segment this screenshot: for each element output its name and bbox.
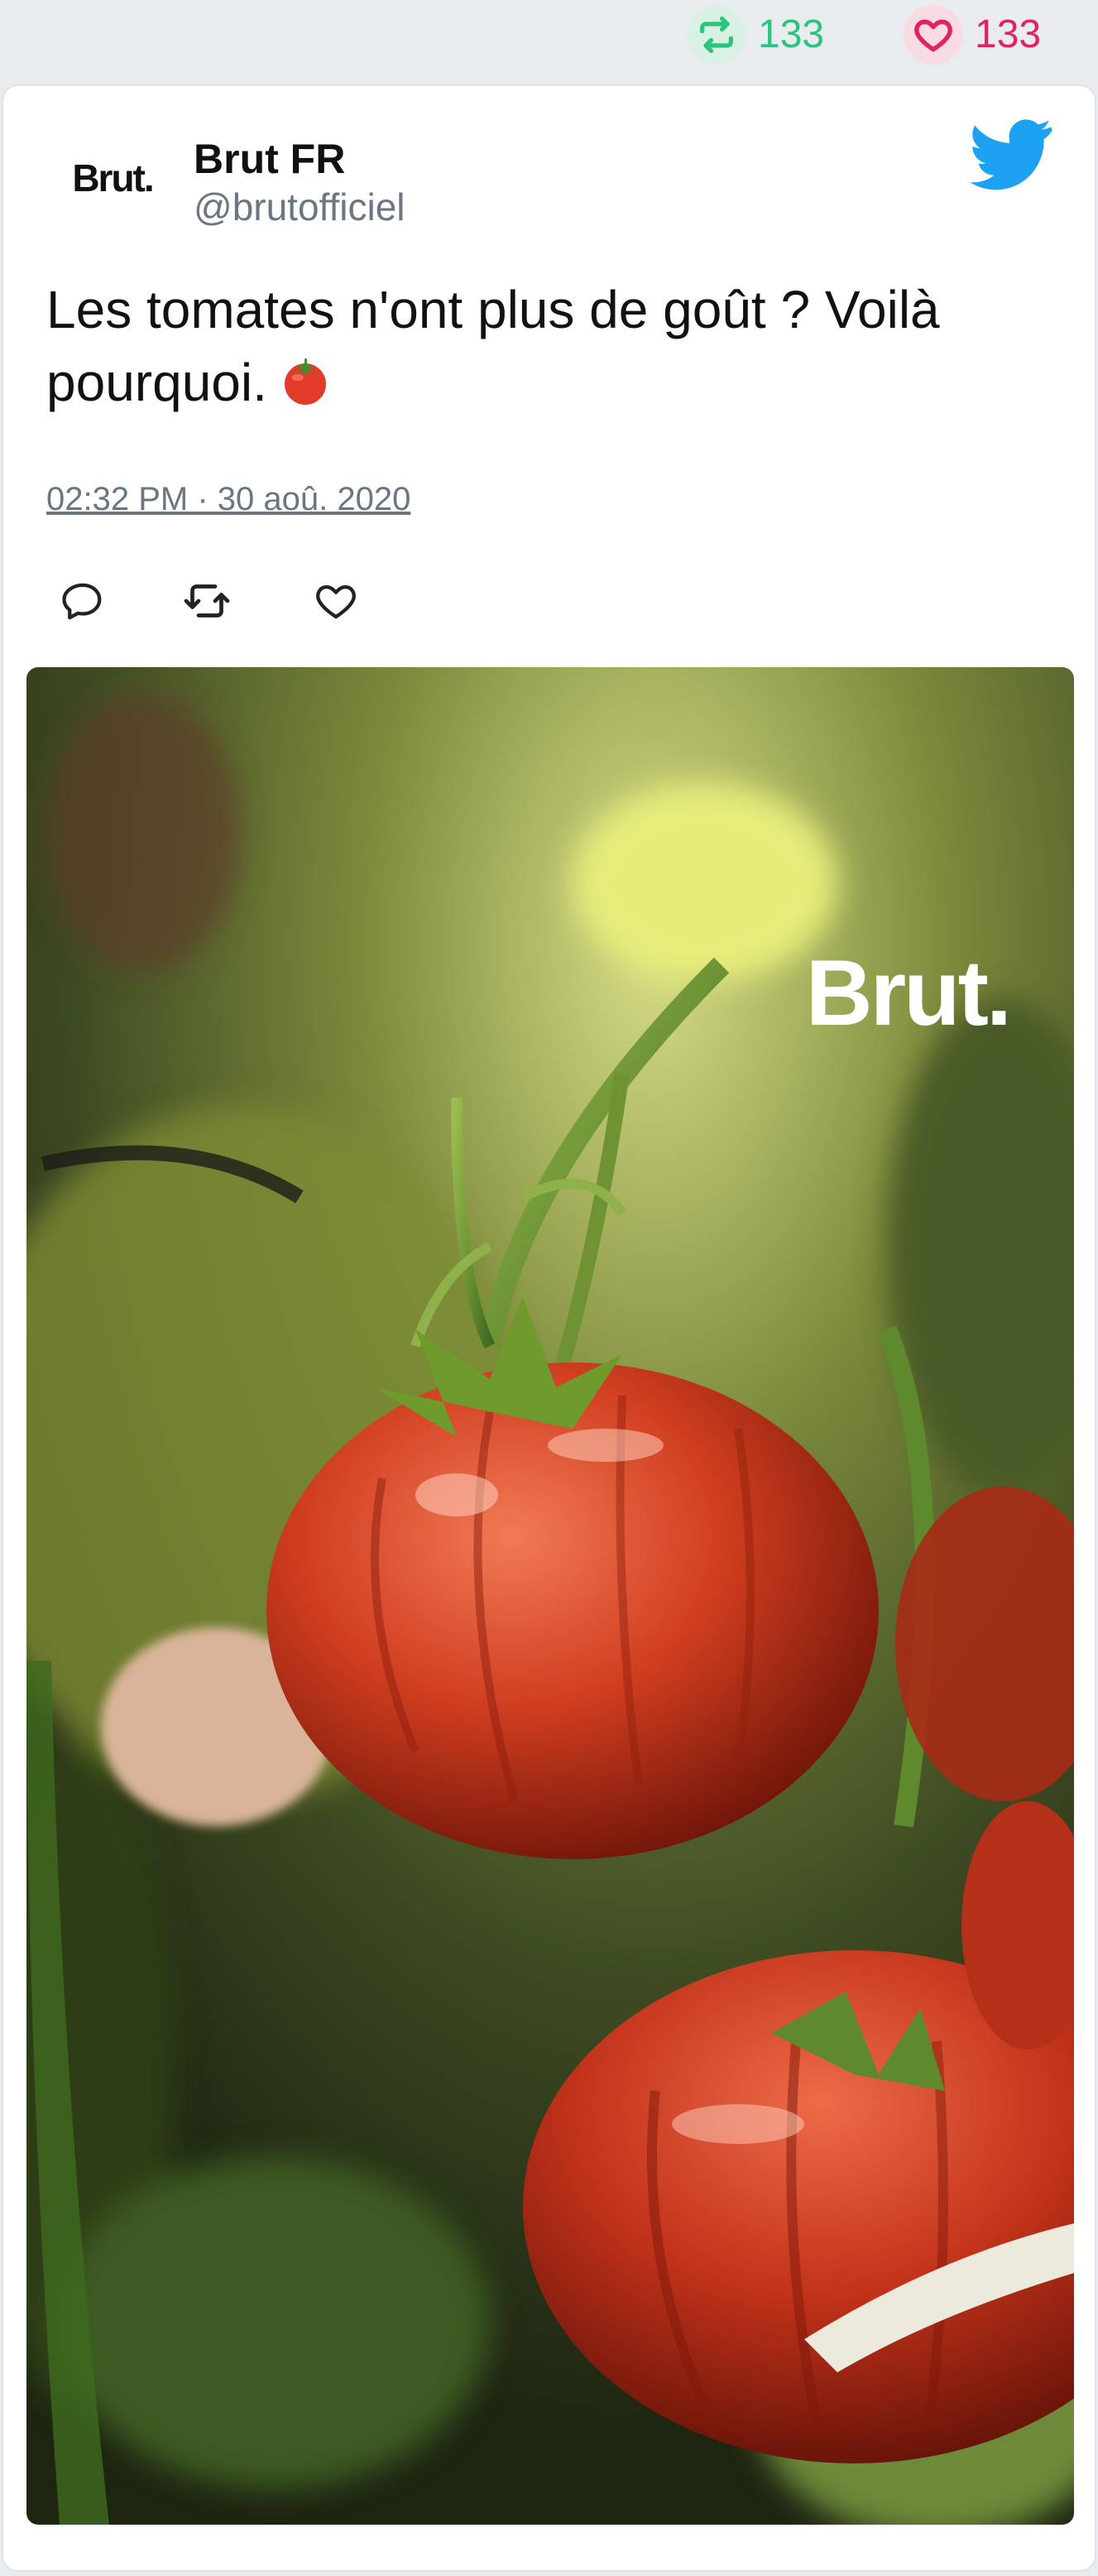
- twitter-bird-icon[interactable]: [970, 116, 1052, 190]
- like-count-stat[interactable]: 133: [904, 5, 1041, 65]
- retweet-action-icon: [184, 584, 230, 618]
- brut-watermark: Brut.: [805, 941, 1012, 1045]
- engagement-bar: 133 133: [0, 0, 1098, 70]
- author-name[interactable]: Brut FR: [194, 134, 345, 184]
- tweet-text: Les tomates n'ont plus de goût ? Voilà p…: [46, 280, 940, 412]
- tweet-timestamp-link[interactable]: 02:32 PM · 30 aoû. 2020: [46, 478, 410, 520]
- retweet-icon: [687, 5, 746, 65]
- tweet-text-block: Les tomates n'ont plus de goût ? Voilà p…: [46, 273, 1056, 419]
- heart-icon: [904, 5, 963, 65]
- like-count: 133: [975, 12, 1042, 56]
- like-button[interactable]: [309, 574, 362, 627]
- heart-outline-icon: [316, 584, 356, 619]
- reply-button[interactable]: [56, 574, 109, 627]
- author-handle[interactable]: @brutofficiel: [194, 184, 405, 230]
- reply-icon: [62, 583, 102, 620]
- retweet-count-stat[interactable]: 133: [687, 5, 824, 65]
- avatar[interactable]: Brut.: [55, 139, 170, 217]
- tomato-emoji: [279, 353, 332, 406]
- retweet-button[interactable]: [180, 574, 233, 627]
- tweet-video[interactable]: Brut.: [26, 667, 1074, 2525]
- retweet-count: 133: [758, 12, 825, 56]
